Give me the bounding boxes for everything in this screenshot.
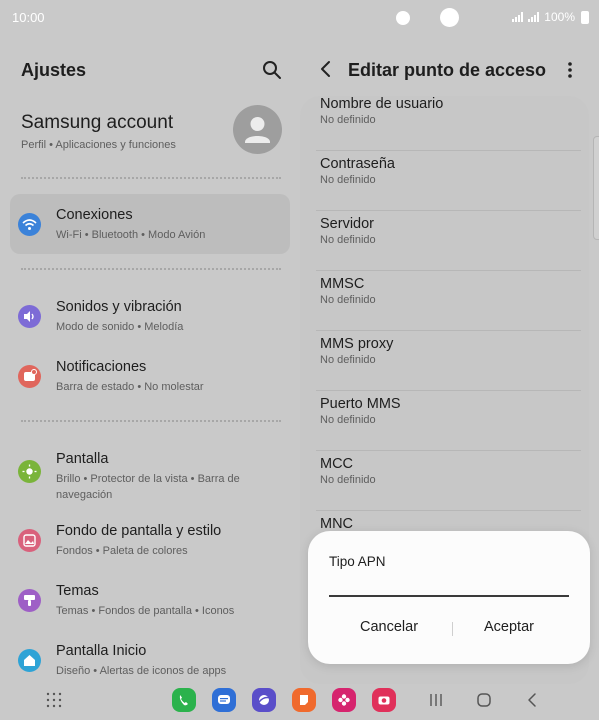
settings-item-sonidos[interactable]: Sonidos y vibración Modo de sonido • Mel…	[10, 286, 290, 346]
apn-field-mcc[interactable]: MCC No definido	[316, 450, 581, 511]
back-nav-icon[interactable]	[524, 692, 540, 708]
apn-field-mms-proxy[interactable]: MMS proxy No definido	[316, 330, 581, 391]
scrollbar[interactable]	[593, 136, 599, 240]
field-label: Servidor	[320, 216, 374, 232]
settings-title: Ajustes	[21, 60, 87, 80]
settings-item-title: Pantalla	[56, 451, 109, 467]
signal-icon	[528, 12, 540, 22]
settings-item-title: Notificaciones	[56, 359, 147, 375]
field-label: MCC	[320, 456, 354, 472]
speaker-icon	[18, 305, 41, 328]
themes-icon	[18, 589, 41, 612]
field-value: No definido	[320, 174, 376, 186]
settings-item-title: Fondo de pantalla y estilo	[56, 523, 222, 539]
divider	[21, 268, 281, 270]
apn-field-server[interactable]: Servidor No definido	[316, 210, 581, 271]
button-divider	[452, 622, 453, 636]
recent-apps-icon[interactable]	[428, 692, 444, 708]
apn-title: Editar punto de acceso	[348, 60, 547, 80]
apn-field-password[interactable]: Contraseña No definido	[316, 150, 581, 211]
field-label: Nombre de usuario	[320, 96, 444, 112]
settings-item-subtitle: Temas • Fondos de pantalla • Iconos	[56, 605, 235, 617]
camera-cutout	[440, 8, 459, 27]
home-button-icon[interactable]	[476, 692, 492, 708]
battery-level: 100%	[544, 10, 575, 24]
wallpaper-icon	[18, 529, 41, 552]
settings-item-subtitle: Modo de sonido • Melodía	[56, 321, 184, 333]
camera-icon[interactable]	[372, 688, 396, 712]
status-bar: 10:00 100%	[0, 0, 599, 34]
apn-type-dialog: Tipo APN Cancelar Aceptar	[308, 531, 590, 664]
phone-icon[interactable]	[172, 688, 196, 712]
field-label: Puerto MMS	[320, 396, 401, 412]
settings-item-subtitle: Wi-Fi • Bluetooth • Modo Avión	[56, 229, 206, 241]
camera-cutout-small	[396, 11, 410, 25]
settings-item-conexiones[interactable]: Conexiones Wi-Fi • Bluetooth • Modo Avió…	[10, 194, 290, 254]
field-label: MMSC	[320, 276, 365, 292]
status-time: 10:00	[12, 10, 45, 25]
settings-pane: Ajustes Samsung account Perfil • Aplicac…	[0, 34, 300, 684]
settings-item-notificaciones[interactable]: Notificaciones Barra de estado • No mole…	[10, 346, 290, 406]
field-value: No definido	[320, 114, 376, 126]
field-value: No definido	[320, 354, 376, 366]
more-options-icon[interactable]	[562, 60, 578, 80]
account-subtitle: Perfil • Aplicaciones y funciones	[21, 139, 176, 151]
brightness-icon	[18, 460, 41, 483]
account-name: Samsung account	[21, 112, 174, 133]
field-value: No definido	[320, 234, 376, 246]
search-icon[interactable]	[262, 60, 282, 80]
wifi-icon	[18, 213, 41, 236]
status-indicators: 100%	[512, 10, 589, 24]
battery-icon	[581, 10, 589, 24]
settings-item-subtitle: Barra de estado • No molestar	[56, 381, 204, 393]
settings-item-subtitle: Fondos • Paleta de colores	[56, 545, 188, 557]
avatar[interactable]	[233, 105, 282, 154]
settings-item-fondo[interactable]: Fondo de pantalla y estilo Fondos • Pale…	[10, 510, 290, 570]
settings-item-title: Temas	[56, 583, 99, 599]
cancel-button[interactable]: Cancelar	[360, 619, 418, 635]
field-label: MMS proxy	[320, 336, 394, 352]
settings-item-subtitle: Brillo • Protector de la vista • Barra d…	[56, 473, 240, 501]
taskbar	[0, 684, 599, 720]
divider	[21, 420, 281, 422]
messages-icon[interactable]	[212, 688, 236, 712]
settings-item-title: Pantalla Inicio	[56, 643, 147, 659]
accept-button[interactable]: Aceptar	[484, 619, 534, 635]
apn-field-mmsc[interactable]: MMSC No definido	[316, 270, 581, 331]
settings-item-pantalla-inicio[interactable]: Pantalla Inicio Diseño • Alertas de icon…	[10, 630, 290, 690]
apn-type-input[interactable]	[329, 571, 569, 597]
settings-item-subtitle: Diseño • Alertas de iconos de apps	[56, 665, 227, 677]
field-label: Contraseña	[320, 156, 395, 172]
field-value: No definido	[320, 474, 376, 486]
field-value: No definido	[320, 294, 376, 306]
field-label: MNC	[320, 516, 354, 532]
field-value: No definido	[320, 414, 376, 426]
avatar-person-icon	[245, 117, 270, 143]
notification-icon	[18, 365, 41, 388]
settings-item-temas[interactable]: Temas Temas • Fondos de pantalla • Icono…	[10, 570, 290, 630]
divider	[21, 177, 281, 179]
dialog-title: Tipo APN	[329, 554, 386, 569]
signal-icon	[512, 12, 524, 22]
settings-item-pantalla[interactable]: Pantalla Brillo • Protector de la vista …	[10, 438, 290, 504]
apn-field-username[interactable]: Nombre de usuario No definido	[316, 96, 581, 151]
internet-icon[interactable]	[252, 688, 276, 712]
home-icon	[18, 649, 41, 672]
notes-icon[interactable]	[292, 688, 316, 712]
settings-item-title: Sonidos y vibración	[56, 299, 182, 315]
apps-grid-icon[interactable]	[46, 692, 62, 708]
apn-field-mms-port[interactable]: Puerto MMS No definido	[316, 390, 581, 451]
settings-item-title: Conexiones	[56, 207, 133, 223]
samsung-account[interactable]: Samsung account Perfil • Aplicaciones y …	[21, 112, 176, 151]
gallery-icon[interactable]	[332, 688, 356, 712]
back-arrow-icon[interactable]	[316, 58, 336, 80]
